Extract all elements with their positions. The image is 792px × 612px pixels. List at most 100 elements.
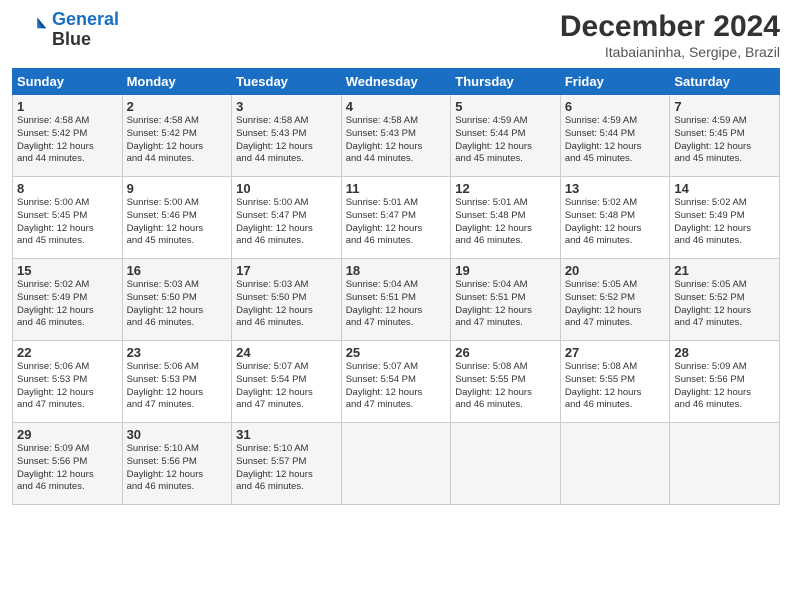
table-cell xyxy=(670,423,780,505)
title-block: December 2024 Itabaianinha, Sergipe, Bra… xyxy=(560,10,780,60)
logo-icon xyxy=(12,12,48,48)
header-row: Sunday Monday Tuesday Wednesday Thursday… xyxy=(13,69,780,95)
table-row: 22Sunrise: 5:06 AM Sunset: 5:53 PM Dayli… xyxy=(13,341,780,423)
day-info: Sunrise: 5:09 AM Sunset: 5:56 PM Dayligh… xyxy=(17,443,118,494)
day-number: 18 xyxy=(346,263,447,278)
day-number: 13 xyxy=(565,181,666,196)
day-info: Sunrise: 5:04 AM Sunset: 5:51 PM Dayligh… xyxy=(346,279,447,330)
day-number: 5 xyxy=(455,99,556,114)
day-info: Sunrise: 5:03 AM Sunset: 5:50 PM Dayligh… xyxy=(236,279,337,330)
table-cell xyxy=(341,423,451,505)
table-cell: 11Sunrise: 5:01 AM Sunset: 5:47 PM Dayli… xyxy=(341,177,451,259)
day-info: Sunrise: 4:58 AM Sunset: 5:43 PM Dayligh… xyxy=(236,115,337,166)
day-number: 11 xyxy=(346,181,447,196)
day-number: 26 xyxy=(455,345,556,360)
table-cell: 26Sunrise: 5:08 AM Sunset: 5:55 PM Dayli… xyxy=(451,341,561,423)
day-info: Sunrise: 5:08 AM Sunset: 5:55 PM Dayligh… xyxy=(565,361,666,412)
day-number: 7 xyxy=(674,99,775,114)
table-row: 1Sunrise: 4:58 AM Sunset: 5:42 PM Daylig… xyxy=(13,95,780,177)
table-row: 15Sunrise: 5:02 AM Sunset: 5:49 PM Dayli… xyxy=(13,259,780,341)
table-cell: 4Sunrise: 4:58 AM Sunset: 5:43 PM Daylig… xyxy=(341,95,451,177)
day-number: 28 xyxy=(674,345,775,360)
table-cell: 28Sunrise: 5:09 AM Sunset: 5:56 PM Dayli… xyxy=(670,341,780,423)
location: Itabaianinha, Sergipe, Brazil xyxy=(560,44,780,60)
day-info: Sunrise: 5:05 AM Sunset: 5:52 PM Dayligh… xyxy=(565,279,666,330)
day-info: Sunrise: 5:05 AM Sunset: 5:52 PM Dayligh… xyxy=(674,279,775,330)
day-number: 9 xyxy=(127,181,228,196)
day-number: 21 xyxy=(674,263,775,278)
col-friday: Friday xyxy=(560,69,670,95)
table-cell: 6Sunrise: 4:59 AM Sunset: 5:44 PM Daylig… xyxy=(560,95,670,177)
table-cell: 2Sunrise: 4:58 AM Sunset: 5:42 PM Daylig… xyxy=(122,95,232,177)
table-cell: 20Sunrise: 5:05 AM Sunset: 5:52 PM Dayli… xyxy=(560,259,670,341)
table-cell: 13Sunrise: 5:02 AM Sunset: 5:48 PM Dayli… xyxy=(560,177,670,259)
day-number: 2 xyxy=(127,99,228,114)
day-info: Sunrise: 5:01 AM Sunset: 5:48 PM Dayligh… xyxy=(455,197,556,248)
day-number: 24 xyxy=(236,345,337,360)
day-info: Sunrise: 4:59 AM Sunset: 5:44 PM Dayligh… xyxy=(455,115,556,166)
table-cell: 31Sunrise: 5:10 AM Sunset: 5:57 PM Dayli… xyxy=(232,423,342,505)
day-info: Sunrise: 5:10 AM Sunset: 5:56 PM Dayligh… xyxy=(127,443,228,494)
table-cell: 29Sunrise: 5:09 AM Sunset: 5:56 PM Dayli… xyxy=(13,423,123,505)
day-info: Sunrise: 4:58 AM Sunset: 5:42 PM Dayligh… xyxy=(17,115,118,166)
day-number: 17 xyxy=(236,263,337,278)
day-info: Sunrise: 5:02 AM Sunset: 5:49 PM Dayligh… xyxy=(17,279,118,330)
table-cell: 9Sunrise: 5:00 AM Sunset: 5:46 PM Daylig… xyxy=(122,177,232,259)
table-cell: 22Sunrise: 5:06 AM Sunset: 5:53 PM Dayli… xyxy=(13,341,123,423)
day-number: 19 xyxy=(455,263,556,278)
table-cell: 8Sunrise: 5:00 AM Sunset: 5:45 PM Daylig… xyxy=(13,177,123,259)
table-cell: 14Sunrise: 5:02 AM Sunset: 5:49 PM Dayli… xyxy=(670,177,780,259)
table-cell: 10Sunrise: 5:00 AM Sunset: 5:47 PM Dayli… xyxy=(232,177,342,259)
day-number: 1 xyxy=(17,99,118,114)
col-monday: Monday xyxy=(122,69,232,95)
day-number: 23 xyxy=(127,345,228,360)
day-info: Sunrise: 5:07 AM Sunset: 5:54 PM Dayligh… xyxy=(236,361,337,412)
day-number: 16 xyxy=(127,263,228,278)
day-number: 10 xyxy=(236,181,337,196)
table-cell xyxy=(560,423,670,505)
col-sunday: Sunday xyxy=(13,69,123,95)
logo-text: General Blue xyxy=(52,10,119,50)
day-number: 8 xyxy=(17,181,118,196)
day-info: Sunrise: 5:06 AM Sunset: 5:53 PM Dayligh… xyxy=(127,361,228,412)
calendar-body: 1Sunrise: 4:58 AM Sunset: 5:42 PM Daylig… xyxy=(13,95,780,505)
day-number: 20 xyxy=(565,263,666,278)
table-cell: 24Sunrise: 5:07 AM Sunset: 5:54 PM Dayli… xyxy=(232,341,342,423)
day-info: Sunrise: 4:58 AM Sunset: 5:42 PM Dayligh… xyxy=(127,115,228,166)
day-info: Sunrise: 5:07 AM Sunset: 5:54 PM Dayligh… xyxy=(346,361,447,412)
day-number: 15 xyxy=(17,263,118,278)
table-cell: 23Sunrise: 5:06 AM Sunset: 5:53 PM Dayli… xyxy=(122,341,232,423)
day-info: Sunrise: 4:58 AM Sunset: 5:43 PM Dayligh… xyxy=(346,115,447,166)
day-number: 27 xyxy=(565,345,666,360)
table-row: 8Sunrise: 5:00 AM Sunset: 5:45 PM Daylig… xyxy=(13,177,780,259)
day-info: Sunrise: 5:06 AM Sunset: 5:53 PM Dayligh… xyxy=(17,361,118,412)
calendar-table: Sunday Monday Tuesday Wednesday Thursday… xyxy=(12,68,780,505)
col-thursday: Thursday xyxy=(451,69,561,95)
table-cell: 5Sunrise: 4:59 AM Sunset: 5:44 PM Daylig… xyxy=(451,95,561,177)
day-number: 25 xyxy=(346,345,447,360)
table-cell xyxy=(451,423,561,505)
day-info: Sunrise: 4:59 AM Sunset: 5:45 PM Dayligh… xyxy=(674,115,775,166)
day-info: Sunrise: 5:00 AM Sunset: 5:45 PM Dayligh… xyxy=(17,197,118,248)
table-cell: 3Sunrise: 4:58 AM Sunset: 5:43 PM Daylig… xyxy=(232,95,342,177)
day-info: Sunrise: 5:10 AM Sunset: 5:57 PM Dayligh… xyxy=(236,443,337,494)
col-saturday: Saturday xyxy=(670,69,780,95)
month-title: December 2024 xyxy=(560,10,780,44)
day-number: 29 xyxy=(17,427,118,442)
table-cell: 21Sunrise: 5:05 AM Sunset: 5:52 PM Dayli… xyxy=(670,259,780,341)
header: General Blue December 2024 Itabaianinha,… xyxy=(12,10,780,60)
day-info: Sunrise: 5:01 AM Sunset: 5:47 PM Dayligh… xyxy=(346,197,447,248)
day-number: 4 xyxy=(346,99,447,114)
table-cell: 12Sunrise: 5:01 AM Sunset: 5:48 PM Dayli… xyxy=(451,177,561,259)
day-info: Sunrise: 5:08 AM Sunset: 5:55 PM Dayligh… xyxy=(455,361,556,412)
day-number: 3 xyxy=(236,99,337,114)
day-number: 31 xyxy=(236,427,337,442)
day-info: Sunrise: 5:00 AM Sunset: 5:47 PM Dayligh… xyxy=(236,197,337,248)
day-number: 22 xyxy=(17,345,118,360)
day-number: 12 xyxy=(455,181,556,196)
table-cell: 7Sunrise: 4:59 AM Sunset: 5:45 PM Daylig… xyxy=(670,95,780,177)
table-cell: 15Sunrise: 5:02 AM Sunset: 5:49 PM Dayli… xyxy=(13,259,123,341)
day-number: 6 xyxy=(565,99,666,114)
day-info: Sunrise: 5:02 AM Sunset: 5:49 PM Dayligh… xyxy=(674,197,775,248)
table-cell: 27Sunrise: 5:08 AM Sunset: 5:55 PM Dayli… xyxy=(560,341,670,423)
